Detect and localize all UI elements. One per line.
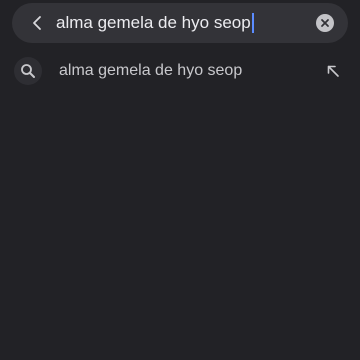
chevron-left-icon (33, 16, 41, 30)
search-icon (21, 64, 35, 78)
suggestion-item[interactable]: alma gemela de hyo seop (0, 52, 360, 90)
search-query-text: alma gemela de hyo seop (56, 13, 251, 32)
fill-query-button[interactable] (324, 62, 342, 80)
clear-circle-icon (321, 19, 329, 27)
arrow-up-left-icon (327, 65, 339, 77)
search-input[interactable]: alma gemela de hyo seop (56, 12, 254, 34)
suggestion-search-icon-wrap (14, 57, 42, 85)
back-button[interactable] (26, 11, 50, 35)
text-caret (251, 12, 254, 33)
clear-button[interactable] (316, 14, 334, 32)
search-screen: alma gemela de hyo seop alma gemela de h… (0, 0, 360, 360)
suggestion-text: alma gemela de hyo seop (59, 62, 243, 79)
search-bar: alma gemela de hyo seop (12, 3, 348, 43)
